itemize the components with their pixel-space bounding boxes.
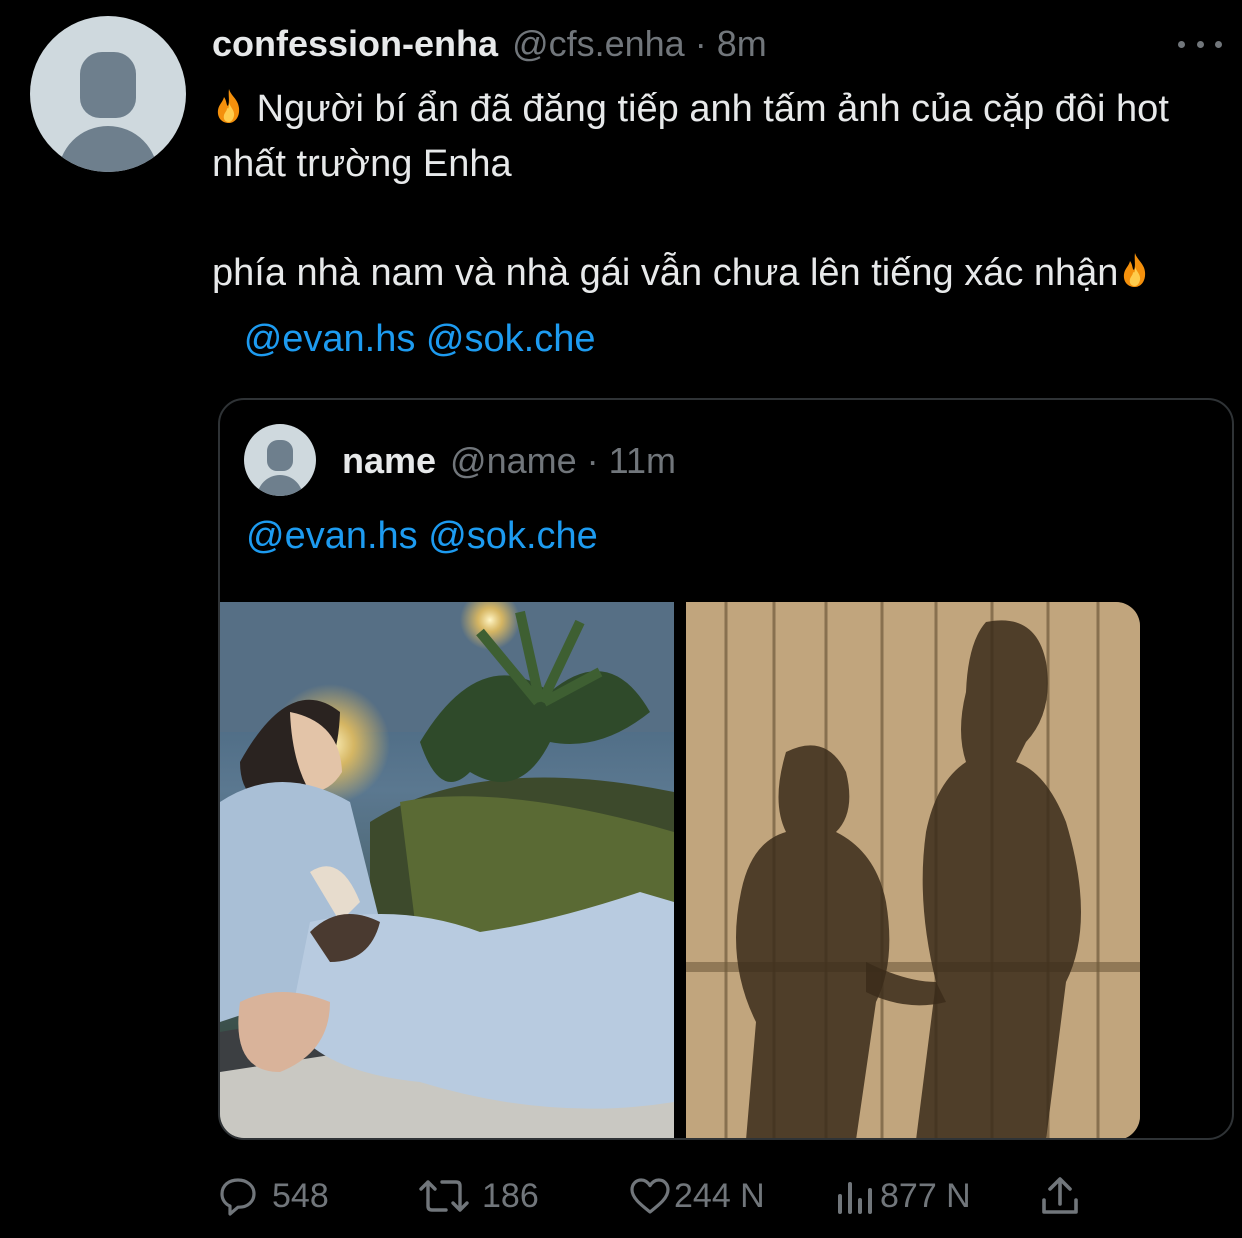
separator-dot: · [694, 23, 707, 64]
quoted-tweet[interactable]: name @name · 11m @evan.hs @sok.che [218, 398, 1234, 1140]
mention-link[interactable]: @sok.che [426, 318, 596, 360]
mention-link[interactable]: @evan.hs [246, 515, 418, 557]
retweet-icon [419, 1180, 469, 1212]
more-dot [1215, 40, 1222, 48]
quoted-tweet-text: @evan.hs @sok.che [246, 510, 598, 562]
reply-icon [220, 1178, 256, 1216]
reply-button[interactable]: 548 [214, 1168, 329, 1224]
tweet-text-paragraph-2: phía nhà nam và nhà gái vẫn chưa lên tiế… [212, 240, 1202, 372]
author-avatar[interactable] [30, 16, 186, 172]
fire-emoji-icon [1124, 253, 1146, 287]
author-display-name[interactable]: confession-enha [212, 23, 498, 65]
quoted-author-avatar[interactable] [244, 424, 316, 496]
share-icon [1042, 1177, 1078, 1214]
tweet-text-line-1: Người bí ẩn đã đăng tiếp anh tấm ảnh của… [212, 88, 1169, 185]
quoted-tweet-header: name @name · 11m [342, 438, 676, 484]
tweet-text-line-2: phía nhà nam và nhà gái vẫn chưa lên tiế… [212, 252, 1119, 294]
tweet-timestamp[interactable]: 8m [717, 23, 767, 65]
more-dot [1196, 40, 1204, 48]
avatar-placeholder-body [58, 126, 158, 172]
quoted-media-grid [220, 602, 1232, 1138]
tweet-text: Người bí ẩn đã đăng tiếp anh tấm ảnh của… [212, 82, 1202, 372]
more-dot [1178, 40, 1185, 48]
retweet-count: 186 [482, 1176, 539, 1215]
quoted-author-handle[interactable]: @name [450, 440, 577, 482]
avatar-placeholder-body [257, 475, 303, 496]
views-count: 877 N [880, 1176, 971, 1215]
tweet-text-paragraph-1: Người bí ẩn đã đăng tiếp anh tấm ảnh của… [212, 82, 1202, 192]
reply-count: 548 [272, 1176, 329, 1215]
like-button[interactable]: 244 N [626, 1168, 765, 1224]
photo-shadow-image [686, 602, 1140, 1138]
quoted-tweet-timestamp[interactable]: 11m [609, 440, 676, 482]
tweet-action-bar: 548 186 244 N 877 N [212, 1168, 1112, 1224]
media-photo-shadow[interactable] [686, 602, 1140, 1138]
share-button[interactable] [1038, 1168, 1082, 1224]
avatar-placeholder-head [80, 52, 136, 118]
mention-link[interactable]: @evan.hs [244, 318, 416, 360]
analytics-icon [838, 1182, 872, 1214]
tweet: confession-enha @cfs.enha · 8m Người bí … [0, 0, 1242, 1238]
fire-emoji-icon [217, 89, 240, 123]
like-count: 244 N [674, 1176, 765, 1215]
quoted-author-display-name[interactable]: name [342, 440, 436, 482]
retweet-button[interactable]: 186 [416, 1168, 539, 1224]
views-button[interactable]: 877 N [834, 1168, 971, 1224]
avatar-placeholder-head [267, 440, 293, 471]
mention-link[interactable]: @sok.che [428, 515, 598, 557]
author-handle[interactable]: @cfs.enha [512, 23, 685, 65]
photo-couple-image [220, 602, 674, 1138]
media-photo-couple[interactable] [220, 602, 674, 1138]
more-options-icon[interactable] [1178, 26, 1222, 62]
heart-icon [630, 1178, 670, 1214]
separator-dot: · [586, 440, 599, 481]
tweet-header: confession-enha @cfs.enha · 8m [212, 20, 767, 68]
